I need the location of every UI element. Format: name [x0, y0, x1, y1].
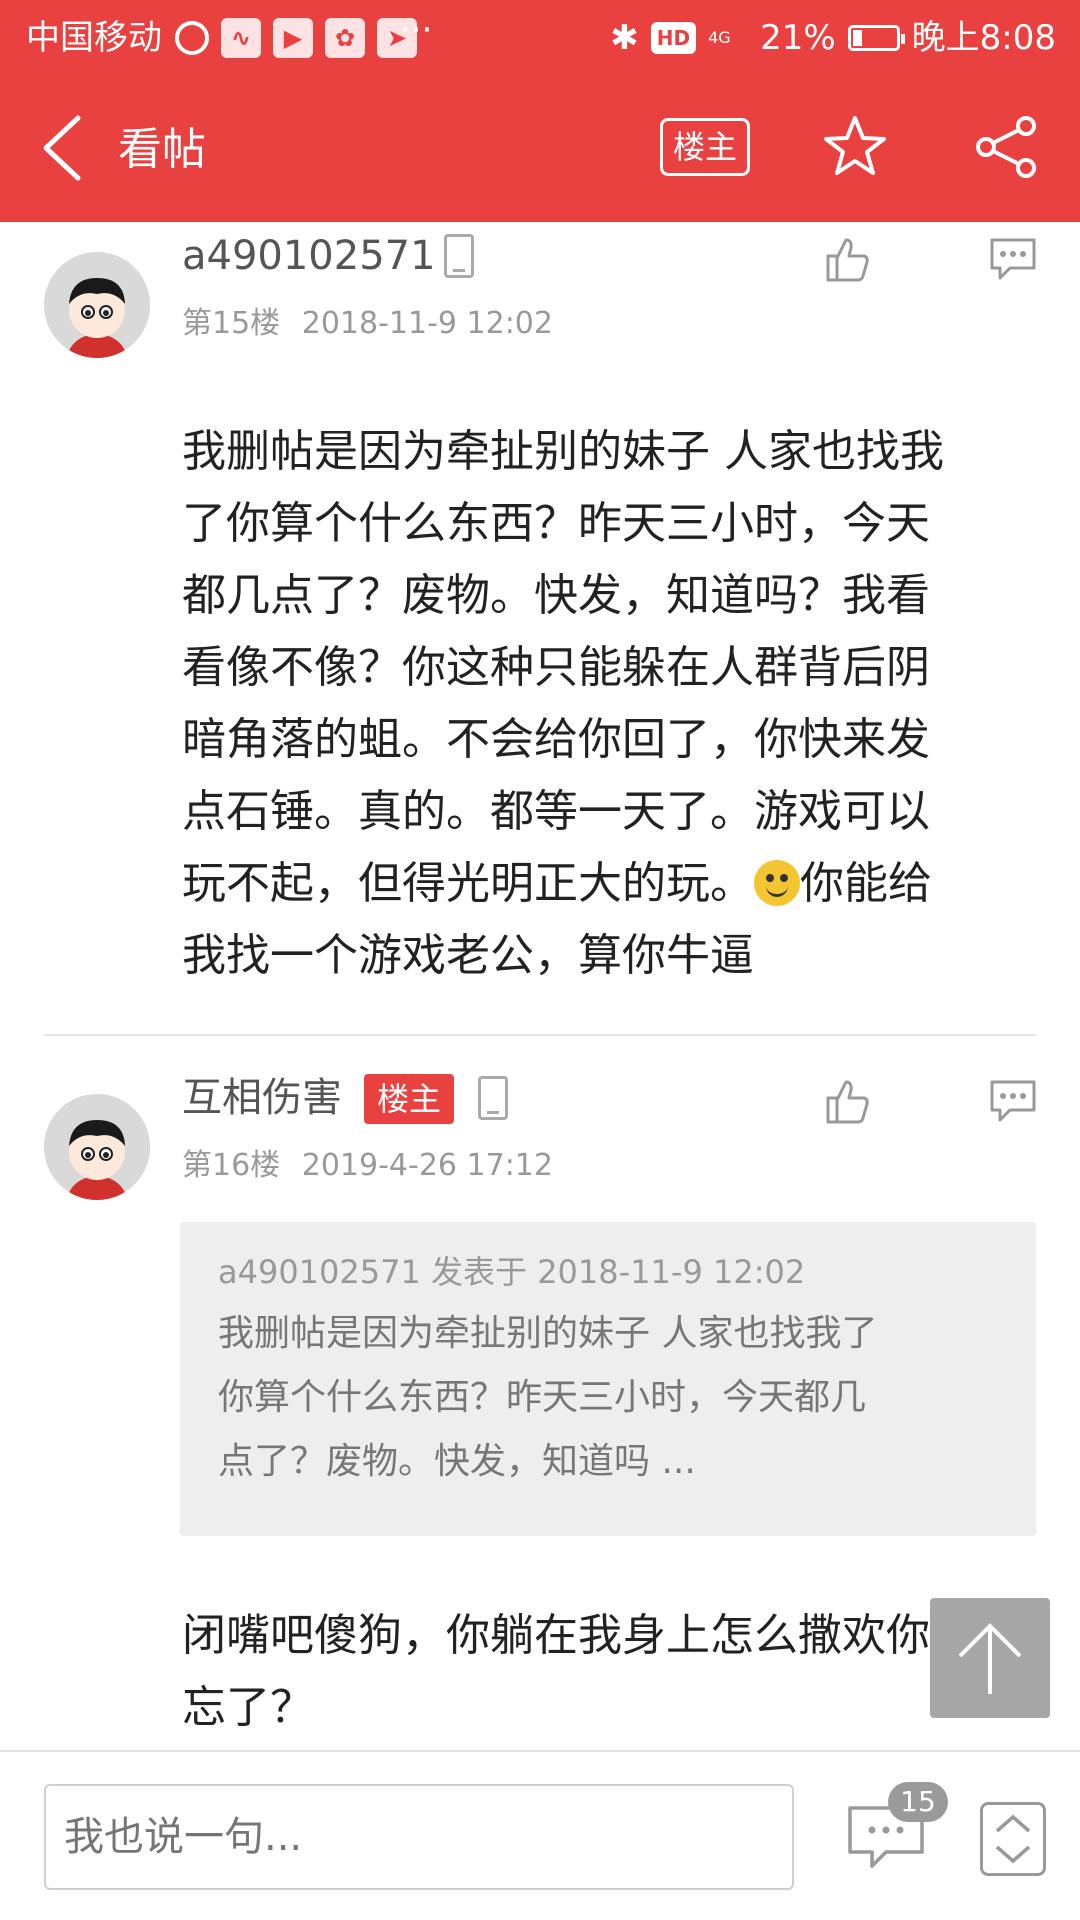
- battery-percent: 21%: [760, 18, 836, 58]
- notification-icons: ∿ ▶ ✿ ➤: [175, 18, 417, 58]
- content-line: 了你算个什么东西？昨天三小时，今天: [182, 498, 930, 549]
- post-timestamp: 2018-11-9 12:02: [301, 306, 553, 341]
- video-icon: ▶: [273, 18, 313, 58]
- back-arrow-icon[interactable]: [36, 112, 96, 184]
- status-bar: 中国移动 ∿ ▶ ✿ ➤ ··· ✱ HD 4G 21% 晚上8:08: [0, 0, 1080, 76]
- more-notifications-icon: ···: [400, 10, 433, 50]
- avatar-face-icon: [44, 252, 150, 358]
- thumbs-up-icon[interactable]: [822, 234, 872, 284]
- content-line: 闭嘴吧傻狗，你躺在我身上怎么撒欢你: [182, 1610, 930, 1661]
- quote-line: 点了？废物。快发，知道吗 ...: [218, 1441, 696, 1482]
- view-owner-only-button[interactable]: 楼主: [660, 118, 750, 176]
- favorite-star-icon[interactable]: [822, 114, 888, 180]
- battery-icon: [847, 25, 905, 51]
- owner-badge: 楼主: [364, 1074, 454, 1124]
- quote-text: 我删帖是因为牵扯别的妹子 人家也找我了 你算个什么东西？昨天三小时，今天都几 点…: [218, 1302, 998, 1494]
- quote-line: 我删帖是因为牵扯别的妹子 人家也找我了: [218, 1313, 878, 1354]
- reply-input[interactable]: [44, 1784, 794, 1890]
- page-title: 看帖: [118, 124, 206, 175]
- thumbs-up-icon[interactable]: [822, 1076, 872, 1126]
- comment-count-badge: 15: [888, 1782, 948, 1822]
- post-timestamp: 2019-4-26 17:12: [301, 1148, 553, 1183]
- quoted-post[interactable]: a490102571 发表于 2018-11-9 12:02 我删帖是因为牵扯别…: [180, 1222, 1036, 1536]
- bluetooth-icon: ✱: [610, 18, 639, 58]
- status-indicators: ✱ HD 4G 21% 晚上8:08: [610, 14, 1056, 62]
- content-line: 忘了？: [182, 1682, 314, 1733]
- comment-bubble-icon[interactable]: [988, 234, 1038, 284]
- activity-icon: ∿: [221, 18, 261, 58]
- content-line: 点石锤。真的。都等一天了。游戏可以: [182, 786, 930, 837]
- quote-meta: a490102571 发表于 2018-11-9 12:02: [218, 1253, 806, 1291]
- avatar[interactable]: [44, 252, 150, 358]
- content-line: 我删帖是因为牵扯别的妹子 人家也找我: [182, 426, 944, 477]
- post-content: 我删帖是因为牵扯别的妹子 人家也找我 了你算个什么东西？昨天三小时，今天 都几点…: [182, 416, 1032, 992]
- avatar-face-icon: [44, 1094, 150, 1200]
- comment-bubble-icon[interactable]: [988, 1076, 1038, 1126]
- floor-number: 第15楼: [182, 306, 281, 341]
- sync-icon: [175, 21, 209, 55]
- floor-number: 第16楼: [182, 1148, 281, 1183]
- quote-line: 你算个什么东西？昨天三小时，今天都几: [218, 1377, 867, 1418]
- up-down-chevron-icon: [995, 1814, 1031, 1864]
- content-line: 玩不起，但得光明正大的玩。 你能给: [182, 848, 1032, 920]
- bottom-reply-bar: 15: [0, 1750, 1080, 1920]
- content-text: 你能给: [800, 858, 932, 909]
- clock: 晚上8:08: [911, 18, 1056, 58]
- page-nav-button[interactable]: [980, 1802, 1046, 1876]
- post-username[interactable]: a490102571: [182, 230, 436, 282]
- mobile-device-icon: [478, 1076, 508, 1120]
- share-icon[interactable]: [974, 114, 1040, 180]
- post-floor-meta: 第16楼 2019-4-26 17:12: [182, 1144, 553, 1188]
- hd-icon: HD: [650, 22, 697, 54]
- post-divider: [44, 1034, 1036, 1036]
- post-username[interactable]: 互相伤害: [182, 1072, 342, 1124]
- content-line: 都几点了？废物。快发，知道吗？我看: [182, 570, 930, 621]
- app-bar: 看帖 楼主: [0, 76, 1080, 222]
- carrier-label: 中国移动: [26, 18, 162, 58]
- content-line: 看像不像？你这种只能躲在人群背后阴: [182, 642, 930, 693]
- content-text: 玩不起，但得光明正大的玩。: [182, 858, 754, 909]
- smirk-emoji-icon: [754, 860, 800, 906]
- arrow-up-icon: [958, 1623, 1022, 1694]
- mobile-device-icon: [444, 234, 474, 278]
- signal-icon: 4G: [708, 28, 731, 47]
- avatar[interactable]: [44, 1094, 150, 1200]
- content-line: 我找一个游戏老公，算你牛逼: [182, 930, 754, 981]
- post-floor-meta: 第15楼 2018-11-9 12:02: [182, 302, 553, 346]
- content-line: 暗角落的蛆。不会给你回了，你快来发: [182, 714, 930, 765]
- post-content: 闭嘴吧傻狗，你躺在我身上怎么撒欢你 忘了？: [182, 1600, 1032, 1744]
- app-store-icon: ✿: [325, 18, 365, 58]
- scroll-to-top-button[interactable]: [930, 1598, 1050, 1718]
